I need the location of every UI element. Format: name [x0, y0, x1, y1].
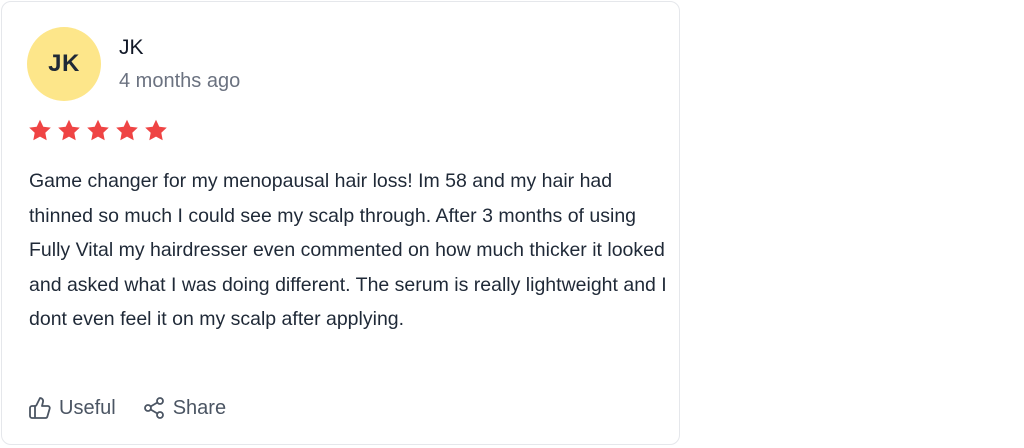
- review-text: Game changer for my menopausal hair loss…: [29, 170, 667, 330]
- share-button[interactable]: Share: [142, 396, 226, 420]
- star-icon: [144, 119, 168, 142]
- star-icon: [115, 119, 139, 142]
- share-icon: [142, 396, 166, 420]
- review-card: JK JK 4 months ago Game changer for my m…: [1, 1, 680, 445]
- star-icon: [86, 119, 110, 142]
- avatar: JK: [27, 27, 101, 101]
- reviewer-name: JK: [119, 36, 144, 59]
- useful-label: Useful: [59, 396, 116, 419]
- review-timestamp: 4 months ago: [119, 70, 241, 92]
- star-icon: [28, 119, 52, 142]
- useful-button[interactable]: Useful: [28, 396, 116, 420]
- review-actions: Useful Share: [28, 396, 226, 420]
- star-icon: [57, 119, 81, 142]
- star-rating: [28, 119, 168, 142]
- share-label: Share: [172, 396, 227, 419]
- thumbs-up-icon: [28, 396, 52, 420]
